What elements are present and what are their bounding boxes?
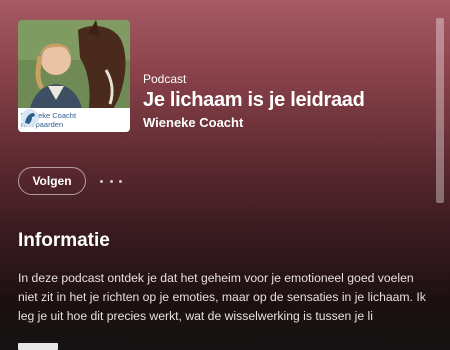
podcast-header: Wieneke Coacht met paarden Podcast Je li… [18,20,438,135]
follow-button[interactable]: Volgen [18,167,86,195]
truncated-text-fragment [18,343,58,350]
content-type-label: Podcast [143,72,187,86]
podcast-title: Je lichaam is je leidraad [143,89,365,111]
more-options-icon[interactable] [100,172,122,190]
podcast-description: In deze podcast ontdek je dat het geheim… [18,271,426,323]
more-dot [109,179,113,183]
more-dot [119,179,122,183]
podcast-meta: Podcast Je lichaam is je leidraad Wienek… [143,72,365,130]
info-heading: Informatie [18,230,110,251]
more-dot [100,179,103,183]
cover-badge: Wieneke Coacht met paarden [18,108,130,132]
horse-logo-icon [21,109,39,127]
podcast-cover-image: Wieneke Coacht met paarden [18,20,130,132]
podcast-author-link[interactable]: Wieneke Coacht [143,115,365,130]
